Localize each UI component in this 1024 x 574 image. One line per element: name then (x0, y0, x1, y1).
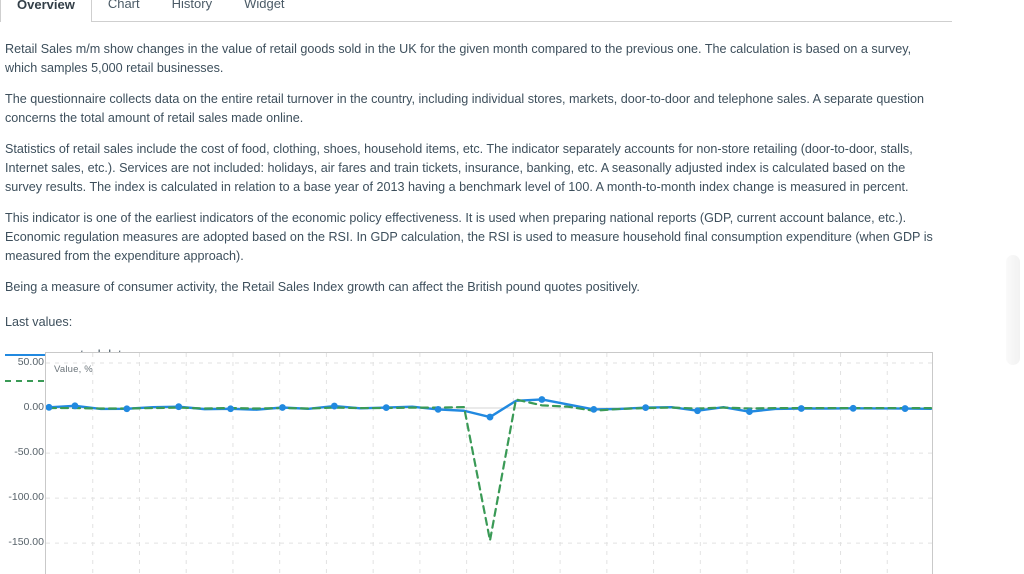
tab-chart[interactable]: Chart (92, 0, 156, 21)
tab-overview-label: Overview (17, 0, 75, 12)
y-axis-tick-label: 0.00 (23, 401, 44, 414)
paragraph-5: Being a measure of consumer activity, th… (5, 280, 640, 294)
tab-chart-label: Chart (107, 0, 140, 11)
chart-svg (46, 353, 932, 574)
paragraph-2: The questionnaire collects data on the e… (5, 92, 924, 125)
paragraph-3: Statistics of retail sales include the c… (5, 142, 913, 194)
chart: 50.00 0.00 -50.00 -100.00 -150.00 Value, % (0, 352, 940, 574)
tab-overview[interactable]: Overview (0, 0, 92, 23)
last-values-heading: Last values: (5, 315, 73, 329)
page-scrollbar-thumb[interactable] (1006, 255, 1020, 365)
paragraph-4: This indicator is one of the earliest in… (5, 211, 933, 263)
overview-content: Retail Sales m/m show changes in the val… (5, 40, 945, 394)
y-axis-tick-label: 50.00 (17, 356, 44, 368)
y-axis-tick-label: -150.00 (8, 536, 44, 549)
y-axis-tick-label: -100.00 (8, 491, 44, 504)
tab-history-label: History (171, 0, 213, 11)
paragraph-1: Retail Sales m/m show changes in the val… (5, 42, 912, 75)
y-axis-tick-label: -50.00 (14, 446, 44, 459)
tab-widget-label: Widget (244, 0, 285, 11)
tab-history[interactable]: History (156, 0, 228, 21)
page-root: Overview Chart History Widget Retail Sal… (0, 0, 1024, 574)
tab-bar: Overview Chart History Widget (0, 0, 952, 23)
tab-widget[interactable]: Widget (228, 0, 300, 21)
y-axis-labels: 50.00 0.00 -50.00 -100.00 -150.00 (0, 352, 44, 574)
chart-plot-area[interactable]: Value, % (45, 352, 933, 574)
